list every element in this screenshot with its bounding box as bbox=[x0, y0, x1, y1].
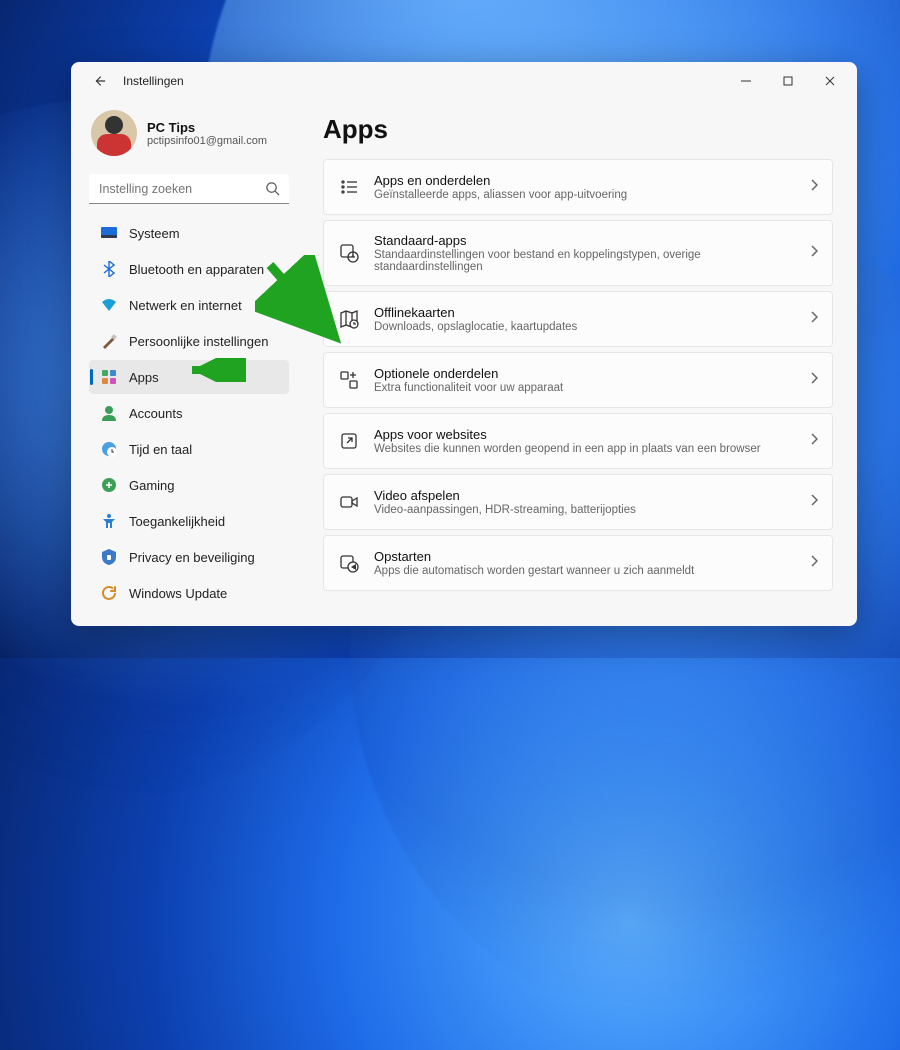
bluetooth-icon bbox=[101, 261, 117, 277]
card-sub: Extra functionaliteit voor uw apparaat bbox=[374, 382, 796, 394]
chevron-right-icon bbox=[810, 432, 818, 450]
minimize-button[interactable] bbox=[725, 67, 767, 95]
card-title: Video afspelen bbox=[374, 488, 796, 503]
wifi-icon bbox=[101, 297, 117, 313]
card-list: Apps en onderdelen Geïnstalleerde apps, … bbox=[323, 159, 833, 591]
search-box bbox=[89, 174, 289, 204]
card-apps-voor-websites[interactable]: Apps voor websites Websites die kunnen w… bbox=[323, 413, 833, 469]
nav-label: Apps bbox=[129, 370, 159, 385]
nav-label: Accounts bbox=[129, 406, 182, 421]
main-content: Apps Apps en onderdelen Geïnstalleerde a… bbox=[301, 100, 857, 626]
arrow-left-icon bbox=[92, 74, 106, 88]
card-title: Optionele onderdelen bbox=[374, 366, 796, 381]
nav-item-gaming[interactable]: Gaming bbox=[89, 468, 289, 502]
maximize-icon bbox=[783, 76, 793, 86]
search-icon bbox=[265, 181, 280, 201]
nav-label: Systeem bbox=[129, 226, 180, 241]
back-button[interactable] bbox=[85, 67, 113, 95]
avatar bbox=[91, 110, 137, 156]
card-title: Apps voor websites bbox=[374, 427, 796, 442]
card-title: Opstarten bbox=[374, 549, 796, 564]
nav-item-toegankelijkheid[interactable]: Toegankelijkheid bbox=[89, 504, 289, 538]
maximize-button[interactable] bbox=[767, 67, 809, 95]
globe-clock-icon bbox=[101, 441, 117, 457]
components-icon bbox=[338, 369, 360, 391]
chevron-right-icon bbox=[810, 178, 818, 196]
video-icon bbox=[338, 491, 360, 513]
card-apps-onderdelen[interactable]: Apps en onderdelen Geïnstalleerde apps, … bbox=[323, 159, 833, 215]
list-icon bbox=[338, 176, 360, 198]
nav-label: Gaming bbox=[129, 478, 175, 493]
brush-icon bbox=[101, 333, 117, 349]
card-video-afspelen[interactable]: Video afspelen Video-aanpassingen, HDR-s… bbox=[323, 474, 833, 530]
card-sub: Websites die kunnen worden geopend in ee… bbox=[374, 443, 796, 455]
chevron-right-icon bbox=[810, 554, 818, 572]
nav-item-tijd-taal[interactable]: Tijd en taal bbox=[89, 432, 289, 466]
nav: Systeem Bluetooth en apparaten Netwerk e… bbox=[89, 216, 289, 610]
search-input[interactable] bbox=[89, 174, 289, 204]
nav-label: Persoonlijke instellingen bbox=[129, 334, 268, 349]
settings-window: Instellingen PC Tips pctipsinfo01@gmail.… bbox=[71, 62, 857, 626]
close-button[interactable] bbox=[809, 67, 851, 95]
nav-item-privacy[interactable]: Privacy en beveiliging bbox=[89, 540, 289, 574]
titlebar: Instellingen bbox=[71, 62, 857, 100]
card-sub: Downloads, opslaglocatie, kaartupdates bbox=[374, 321, 796, 333]
nav-label: Tijd en taal bbox=[129, 442, 192, 457]
accessibility-icon bbox=[101, 513, 117, 529]
nav-label: Netwerk en internet bbox=[129, 298, 242, 313]
page-title: Apps bbox=[323, 114, 833, 145]
chevron-right-icon bbox=[810, 371, 818, 389]
nav-label: Privacy en beveiliging bbox=[129, 550, 255, 565]
chevron-right-icon bbox=[810, 310, 818, 328]
card-optionele-onderdelen[interactable]: Optionele onderdelen Extra functionalite… bbox=[323, 352, 833, 408]
close-icon bbox=[825, 76, 835, 86]
nav-item-systeem[interactable]: Systeem bbox=[89, 216, 289, 250]
card-opstarten[interactable]: Opstarten Apps die automatisch worden ge… bbox=[323, 535, 833, 591]
nav-label: Windows Update bbox=[129, 586, 227, 601]
nav-item-netwerk[interactable]: Netwerk en internet bbox=[89, 288, 289, 322]
card-title: Standaard-apps bbox=[374, 233, 796, 248]
sidebar: PC Tips pctipsinfo01@gmail.com Systeem B… bbox=[71, 100, 301, 626]
profile-block[interactable]: PC Tips pctipsinfo01@gmail.com bbox=[89, 108, 289, 170]
card-title: Apps en onderdelen bbox=[374, 173, 796, 188]
card-sub: Geïnstalleerde apps, aliassen voor app-u… bbox=[374, 189, 796, 201]
profile-name: PC Tips bbox=[147, 120, 267, 135]
nav-item-personalisatie[interactable]: Persoonlijke instellingen bbox=[89, 324, 289, 358]
card-standaard-apps[interactable]: Standaard-apps Standaardinstellingen voo… bbox=[323, 220, 833, 286]
nav-item-accounts[interactable]: Accounts bbox=[89, 396, 289, 430]
open-external-icon bbox=[338, 430, 360, 452]
person-icon bbox=[101, 405, 117, 421]
nav-item-bluetooth[interactable]: Bluetooth en apparaten bbox=[89, 252, 289, 286]
nav-item-apps[interactable]: Apps bbox=[89, 360, 289, 394]
gaming-icon bbox=[101, 477, 117, 493]
update-icon bbox=[101, 585, 117, 601]
apps-icon bbox=[101, 369, 117, 385]
chevron-right-icon bbox=[810, 244, 818, 262]
chevron-right-icon bbox=[810, 493, 818, 511]
card-title: Offlinekaarten bbox=[374, 305, 796, 320]
profile-email: pctipsinfo01@gmail.com bbox=[147, 135, 267, 147]
startup-icon bbox=[338, 552, 360, 574]
map-icon bbox=[338, 308, 360, 330]
display-icon bbox=[101, 225, 117, 241]
card-sub: Video-aanpassingen, HDR-streaming, batte… bbox=[374, 504, 796, 516]
shield-icon bbox=[101, 549, 117, 565]
window-title: Instellingen bbox=[123, 74, 184, 88]
nav-item-windows-update[interactable]: Windows Update bbox=[89, 576, 289, 610]
default-apps-icon bbox=[338, 242, 360, 264]
nav-label: Toegankelijkheid bbox=[129, 514, 225, 529]
card-offlinekaarten[interactable]: Offlinekaarten Downloads, opslaglocatie,… bbox=[323, 291, 833, 347]
minimize-icon bbox=[741, 76, 751, 86]
card-sub: Standaardinstellingen voor bestand en ko… bbox=[374, 249, 796, 273]
card-sub: Apps die automatisch worden gestart wann… bbox=[374, 565, 796, 577]
nav-label: Bluetooth en apparaten bbox=[129, 262, 264, 277]
